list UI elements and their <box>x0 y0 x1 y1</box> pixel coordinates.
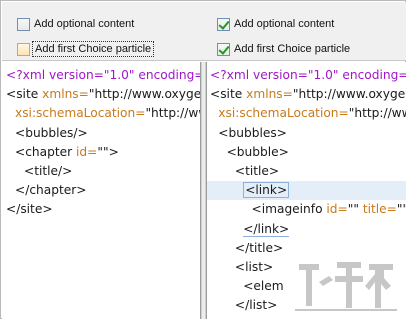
code-line[interactable]: </title> <box>207 239 283 258</box>
tag-token: <imageinfo <box>251 202 327 217</box>
tag-token: <title/> <box>24 164 73 178</box>
tag-token: </list> <box>234 298 278 313</box>
code-line[interactable]: <?xml version="1.0" encoding=" <box>2 66 201 85</box>
tag-token: <bubbles/> <box>15 125 88 140</box>
tag-token: "http://ww <box>348 106 406 121</box>
tag-token: "" <box>396 202 406 217</box>
left-add-optional-content-option[interactable]: Add optional content <box>2 14 204 34</box>
tag-token: <link> <box>243 182 290 199</box>
right-add-first-choice-checkbox[interactable] <box>217 42 230 56</box>
right-add-optional-content-label: Add optional content <box>234 18 335 30</box>
tag-token: <site <box>210 87 247 102</box>
code-line[interactable]: xsi:schemaLocation="http://ww <box>2 104 200 123</box>
tag-token: "http://www.oxygen <box>292 87 406 102</box>
download-site-logo-icon <box>295 262 397 311</box>
code-line[interactable]: </chapter> <box>2 181 86 200</box>
processing-instruction-token: <?xml version="1.0" encoding= <box>210 68 406 82</box>
right-add-first-choice-label: Add first Choice particle <box>234 43 351 55</box>
tag-token: "http://ww <box>145 106 200 121</box>
tag-token: <site <box>6 87 43 102</box>
tag-token: <chapter <box>15 144 77 159</box>
left-add-optional-content-checkbox[interactable] <box>17 17 30 31</box>
code-line[interactable]: <bubbles> <box>207 124 287 143</box>
processing-instruction-token: <?xml version="1.0" encoding=" <box>6 68 201 82</box>
code-line[interactable]: <elem <box>207 277 284 296</box>
code-line[interactable]: <chapter id=""> <box>2 143 119 162</box>
code-line[interactable]: </list> <box>207 296 277 315</box>
options-panel: Add optional content Add first Choice pa… <box>2 2 406 61</box>
code-line[interactable]: </site> <box>2 200 53 219</box>
code-line[interactable]: xsi:schemaLocation="http://ww <box>207 104 406 123</box>
left-options-column: Add optional content Add first Choice pa… <box>2 2 204 61</box>
code-line[interactable]: <?xml version="1.0" encoding= <box>207 66 406 85</box>
code-line[interactable]: <list> <box>207 258 273 277</box>
code-line[interactable]: <imageinfo id="" title="" s <box>207 200 406 219</box>
left-add-first-choice-checkbox[interactable] <box>17 42 30 56</box>
attribute-token: id= <box>326 202 348 217</box>
attribute-token: xsi:schemaLocation= <box>15 106 146 121</box>
left-add-first-choice-option[interactable]: Add first Choice particle <box>2 39 204 59</box>
tag-token: ""> <box>97 144 119 159</box>
tag-token: "http://www.oxygen <box>88 87 201 102</box>
tag-token: </chapter> <box>15 183 87 198</box>
code-line[interactable]: <title/> <box>2 162 72 181</box>
right-options-column: Add optional content Add first Choice pa… <box>204 2 406 61</box>
tag-token: "" <box>347 202 363 217</box>
right-add-optional-content-option[interactable]: Add optional content <box>204 14 406 34</box>
left-add-first-choice-label: Add first Choice particle <box>31 41 155 57</box>
tag-token: </link> <box>243 221 290 237</box>
code-line[interactable]: <link> <box>207 181 406 201</box>
tag-token: <elem <box>243 279 284 294</box>
tag-token: <bubbles> <box>218 125 287 140</box>
code-line[interactable]: </link> <box>207 220 290 239</box>
code-line[interactable]: <site xmlns="http://www.oxygen <box>2 85 201 104</box>
tag-token: </site> <box>6 202 53 217</box>
code-line[interactable]: <site xmlns="http://www.oxygen <box>207 85 406 104</box>
attribute-token: xsi:schemaLocation= <box>218 106 349 121</box>
code-line[interactable]: <title> <box>207 162 279 181</box>
code-line[interactable]: <bubbles/> <box>2 124 88 143</box>
tag-token: <title> <box>234 164 280 178</box>
right-add-first-choice-option[interactable]: Add first Choice particle <box>204 39 406 59</box>
attribute-token: title= <box>362 202 397 217</box>
tag-token: </title> <box>234 240 284 255</box>
tag-token: <bubble> <box>226 144 289 159</box>
tag-token: <list> <box>234 260 274 274</box>
attribute-token: id= <box>76 144 98 159</box>
left-add-optional-content-label: Add optional content <box>34 18 135 30</box>
dialog-frame: Add optional content Add first Choice pa… <box>0 0 406 319</box>
code-line[interactable]: <bubble> <box>207 143 289 162</box>
attribute-token: xmlns= <box>246 87 293 102</box>
left-xml-editor[interactable]: <?xml version="1.0" encoding=" <site xmln… <box>2 62 201 319</box>
right-add-optional-content-checkbox[interactable] <box>217 17 230 31</box>
attribute-token: xmlns= <box>42 87 89 102</box>
